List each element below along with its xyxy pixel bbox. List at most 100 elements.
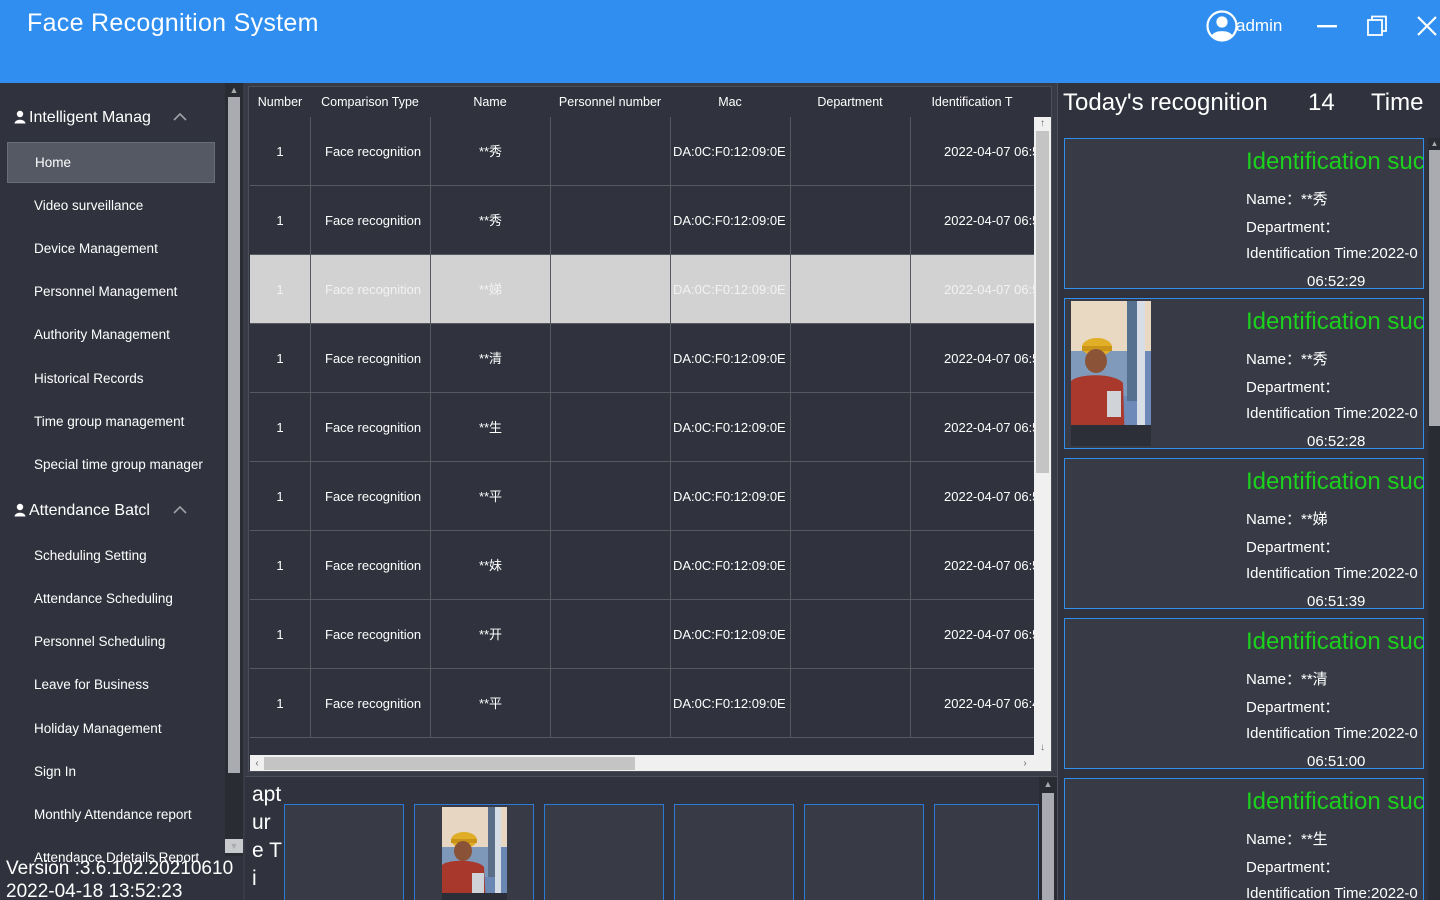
sidebar-group-attendance[interactable]: Attendance Batcl [0,491,225,531]
table-row[interactable]: 1 Face recognition **清 DA:0C:F0:12:09:0E 202… [250,324,1034,393]
scroll-up-arrow-icon[interactable]: ▲ [225,83,243,97]
maximize-button[interactable] [1361,10,1393,42]
scroll-up-arrow-icon[interactable]: ↑ [1034,117,1051,131]
version-info: Version :3.6.102.20210610 2022-04-18 13:… [6,857,233,900]
recognition-name: Name：**清 [1246,671,1328,688]
scroll-left-arrow-icon[interactable]: ‹ [250,755,264,771]
table-row[interactable]: 1 Face recognition **秀 DA:0C:F0:12:09:0E 202… [250,186,1034,255]
chevron-up-icon [173,112,187,121]
sidebar-menu: Intelligent Manag Home Video surveillanc… [0,83,225,900]
records-table: Number Comparison Type Name Personnel nu… [248,86,1052,772]
sidebar-item-authority-management[interactable]: Authority Management [7,314,215,355]
app-title: Face Recognition System [27,9,319,37]
cell-number: 1 [276,213,284,228]
sidebar-item-leave-for-business[interactable]: Leave for Business [7,664,215,705]
capture-thumbnail[interactable] [934,804,1039,900]
recognition-card[interactable]: Identification suc Name：**秀 Department： Ide… [1064,298,1424,449]
close-icon [1417,16,1437,36]
table-row[interactable]: 1 Face recognition **娣 DA:0C:F0:12:09:0E 202… [250,255,1034,324]
cell-comparison-type: Face recognition [310,393,430,462]
sidebar-item-personnel-scheduling[interactable]: Personnel Scheduling [7,621,215,662]
table-row[interactable]: 1 Face recognition **秀 DA:0C:F0:12:09:0E 202… [250,117,1034,186]
column-header-comparison-type[interactable]: Comparison Type [310,87,430,117]
sidebar-group-intelligent-management[interactable]: Intelligent Manag [0,98,225,138]
cell-personnel-number [550,117,670,186]
recognition-status: Identification suc [1246,468,1424,495]
recognition-scrollbar[interactable]: ▲ [1428,138,1440,900]
cell-personnel-number [550,255,670,324]
cell-number: 1 [276,489,284,504]
table-vertical-scrollbar[interactable]: ↑ ↓ [1034,117,1051,755]
cell-name: **平 [430,462,550,531]
cell-department [790,255,910,324]
cell-department [790,117,910,186]
scroll-up-arrow-icon[interactable]: ▲ [1428,138,1440,150]
table-row[interactable]: 1 Face recognition **平 DA:0C:F0:12:09:0E 202… [250,669,1034,738]
cell-name: **平 [430,669,550,738]
recognition-card[interactable]: Identification suc Name：**清 Department： Ide… [1064,618,1424,769]
capture-scrollbar[interactable]: ▲ [1039,777,1057,900]
sidebar-item-home[interactable]: Home [7,142,215,183]
sidebar-item-scheduling-setting[interactable]: Scheduling Setting [7,535,215,576]
person-icon [14,110,26,124]
scrollbar-thumb[interactable] [1042,793,1054,900]
sidebar-item-attendance-scheduling[interactable]: Attendance Scheduling [7,578,215,619]
scroll-right-arrow-icon[interactable]: › [1018,755,1032,771]
scroll-down-arrow-icon[interactable]: ↓ [1034,741,1051,755]
scrollbar-thumb[interactable] [1429,150,1440,426]
sidebar-item-special-time-group[interactable]: Special time group manager [7,444,215,485]
cell-personnel-number [550,600,670,669]
scrollbar-thumb[interactable] [1036,131,1049,473]
sidebar-item-monthly-attendance-report[interactable]: Monthly Attendance report [7,794,215,835]
capture-photo-image [442,807,507,900]
cell-name: **妹 [430,531,550,600]
cell-number: 1 [276,144,284,159]
minimize-icon [1317,25,1337,28]
cell-number: 1 [276,627,284,642]
minimize-button[interactable] [1311,10,1343,42]
column-header-department[interactable]: Department [790,87,910,117]
app-window: Face Recognition System admin Intelligen… [0,0,1440,900]
scroll-up-arrow-icon[interactable]: ▲ [1039,777,1057,791]
sidebar-item-sign-in[interactable]: Sign In [7,751,215,792]
cell-identification-time: 2022-04-07 06:50:50 [910,393,1034,462]
cell-mac: DA:0C:F0:12:09:0E [670,600,790,669]
table-row[interactable]: 1 Face recognition **平 DA:0C:F0:12:09:0E 202… [250,462,1034,531]
capture-thumbnail[interactable] [544,804,664,900]
scrollbar-thumb[interactable] [264,757,635,770]
recognition-card[interactable]: Identification suc Name：**秀 Department： Ide… [1064,138,1424,289]
table-horizontal-scrollbar[interactable]: ‹ › [250,755,1034,771]
capture-thumbnail[interactable] [284,804,404,900]
cell-department [790,324,910,393]
recognition-department: Department： [1246,539,1340,556]
version-text: Version :3.6.102.20210610 [6,858,234,879]
sidebar-scrollbar[interactable]: ▲ ▼ [225,83,243,856]
table-row[interactable]: 1 Face recognition **妹 DA:0C:F0:12:09:0E 202… [250,531,1034,600]
recognition-card[interactable]: Identification suc Name：**生 Department： Ide… [1064,778,1424,900]
sidebar-item-historical-records[interactable]: Historical Records [7,358,215,399]
capture-thumbnail[interactable] [674,804,794,900]
sidebar-item-time-group-management[interactable]: Time group management [7,401,215,442]
table-row[interactable]: 1 Face recognition **生 DA:0C:F0:12:09:0E 202… [250,393,1034,462]
recognition-department: Department： [1246,699,1340,716]
sidebar-group-label: Intelligent Manag [29,109,151,126]
capture-thumbnail[interactable] [804,804,924,900]
column-header-identification-time[interactable]: Identification T [910,87,1034,117]
table-row[interactable]: 1 Face recognition **开 DA:0C:F0:12:09:0E 202… [250,600,1034,669]
close-button[interactable] [1411,10,1440,42]
column-header-name[interactable]: Name [430,87,550,117]
recognition-status: Identification suc [1246,148,1424,175]
column-header-number[interactable]: Number [250,87,310,117]
capture-thumbnail[interactable] [414,804,534,900]
sidebar-item-video-surveillance[interactable]: Video surveillance [7,185,215,226]
scrollbar-thumb[interactable] [228,97,240,773]
sidebar-item-device-management[interactable]: Device Management [7,228,215,269]
cell-personnel-number [550,669,670,738]
column-header-mac[interactable]: Mac [670,87,790,117]
column-header-personnel-number[interactable]: Personnel number [550,87,670,117]
recognition-card[interactable]: Identification suc Name：**娣 Department： Ide… [1064,458,1424,609]
scroll-down-arrow-icon[interactable]: ▼ [225,839,243,853]
user-menu[interactable]: admin [1206,10,1282,42]
sidebar-item-holiday-management[interactable]: Holiday Management [7,708,215,749]
sidebar-item-personnel-management[interactable]: Personnel Management [7,271,215,312]
